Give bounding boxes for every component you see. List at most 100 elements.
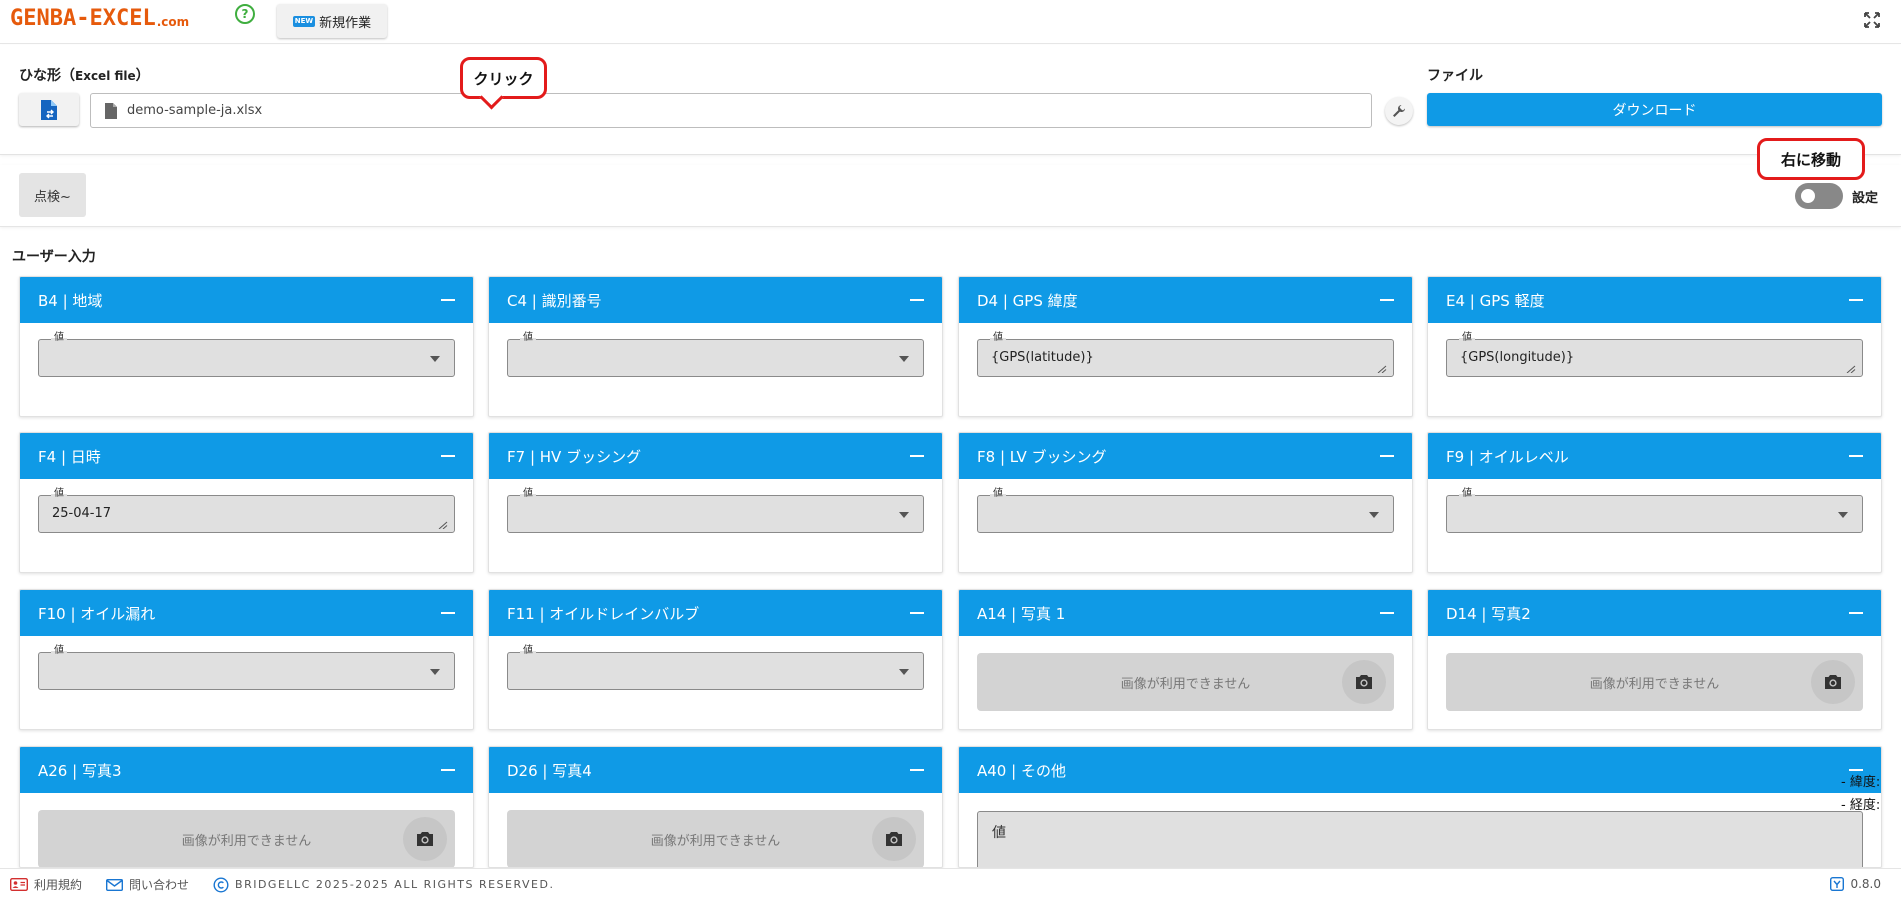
id-card-icon (10, 878, 28, 891)
template-file-field[interactable]: demo-sample-ja.xlsx (90, 93, 1372, 128)
value-text-field[interactable]: 値 {GPS(longitude)} (1446, 331, 1863, 377)
value-select[interactable]: 値 (507, 331, 924, 377)
image-placeholder: 画像が利用できません (38, 810, 455, 867)
dropdown-arrow-icon (899, 356, 909, 362)
file-swap-icon (41, 99, 57, 120)
resize-handle-icon[interactable] (1846, 365, 1856, 373)
card-header: D4 | GPS 緯度 (959, 277, 1412, 323)
value-text-field[interactable]: 値 {GPS(latitude)} (977, 331, 1394, 377)
wrench-button[interactable] (1385, 97, 1413, 125)
value-select[interactable]: 値 (977, 487, 1394, 533)
card-header: C4 | 識別番号 (489, 277, 942, 323)
camera-icon (417, 832, 433, 846)
collapse-icon[interactable] (1849, 299, 1863, 301)
collapse-icon[interactable] (910, 299, 924, 301)
value-select[interactable]: 値 (507, 644, 924, 690)
image-placeholder: 画像が利用できません (977, 653, 1394, 711)
logo-suffix: .com (156, 15, 190, 29)
card-title: E4 | GPS 軽度 (1446, 291, 1545, 310)
collapse-icon[interactable] (1380, 612, 1394, 614)
settings-toggle[interactable] (1795, 183, 1843, 209)
image-placeholder: 画像が利用できません (507, 810, 924, 867)
help-bubble-icon[interactable]: ? (235, 4, 255, 24)
template-select-button[interactable] (19, 93, 79, 126)
collapse-icon[interactable] (441, 769, 455, 771)
camera-icon (886, 832, 902, 846)
card-c4: C4 | 識別番号 値 (488, 276, 943, 417)
collapse-icon[interactable] (1380, 455, 1394, 457)
terms-link[interactable]: 利用規約 (10, 876, 82, 893)
template-file-name: demo-sample-ja.xlsx (127, 103, 263, 118)
no-image-text: 画像が利用できません (181, 833, 312, 849)
collapse-icon[interactable] (1380, 299, 1394, 301)
field-value: {GPS(longitude)} (1460, 350, 1575, 365)
card-header: F10 | オイル漏れ (20, 590, 473, 636)
field-label: 値 (51, 644, 67, 658)
logo[interactable]: GENBA-EXCEL .com (10, 4, 189, 34)
card-title: F11 | オイルドレインバルブ (507, 604, 700, 623)
camera-button[interactable] (403, 817, 447, 861)
card-header: A26 | 写真3 (20, 747, 473, 793)
card-header: F4 | 日時 (20, 433, 473, 479)
new-work-button[interactable]: NEW 新規作業 (277, 4, 387, 38)
collapse-icon[interactable] (910, 455, 924, 457)
copyright-icon (213, 876, 229, 893)
other-textarea[interactable]: 値 (977, 811, 1863, 867)
contact-link[interactable]: 問い合わせ (106, 876, 189, 893)
dropdown-arrow-icon (1838, 512, 1848, 518)
collapse-icon[interactable] (910, 769, 924, 771)
card-header: A14 | 写真 1 (959, 590, 1412, 636)
mode-bar: 点検~ 設定 (0, 165, 1901, 227)
version-text: 0.8.0 (1850, 877, 1881, 891)
new-badge-icon: NEW (292, 15, 316, 27)
fullscreen-icon[interactable] (1863, 11, 1881, 29)
card-header: F7 | HV ブッシング (489, 433, 942, 479)
version-info: 0.8.0 (1830, 877, 1881, 891)
collapse-icon[interactable] (441, 455, 455, 457)
collapse-icon[interactable] (441, 299, 455, 301)
value-select[interactable]: 値 (1446, 487, 1863, 533)
collapse-icon[interactable] (910, 612, 924, 614)
value-text-field[interactable]: 値 25-04-17 (38, 487, 455, 533)
camera-button[interactable] (1342, 660, 1386, 704)
no-image-text: 画像が利用できません (650, 833, 781, 849)
value-select[interactable]: 値 (507, 487, 924, 533)
card-f8: F8 | LV ブッシング 値 (958, 432, 1413, 573)
resize-handle-icon[interactable] (438, 521, 448, 529)
dropdown-arrow-icon (430, 669, 440, 675)
camera-button[interactable] (1811, 660, 1855, 704)
dropdown-arrow-icon (1369, 512, 1379, 518)
collapse-icon[interactable] (1849, 612, 1863, 614)
value-select[interactable]: 値 (38, 644, 455, 690)
camera-button[interactable] (872, 817, 916, 861)
card-header: E4 | GPS 軽度 (1428, 277, 1881, 323)
geo-longitude-label: - 経度: (1841, 798, 1881, 813)
collapse-icon[interactable] (1849, 455, 1863, 457)
field-value: 25-04-17 (52, 506, 112, 521)
card-f11: F11 | オイルドレインバルブ 値 (488, 589, 943, 730)
inspection-mode-button[interactable]: 点検~ (19, 173, 86, 217)
file-section: ひな形（Excel file） demo-sample-ja.xlsx ファイル… (0, 45, 1901, 155)
field-label: 値 (990, 487, 1006, 501)
value-select[interactable]: 値 (38, 331, 455, 377)
footer: 利用規約 問い合わせ BRIDGELLC 2025-2025 ALL RIGHT… (0, 868, 1901, 900)
resize-handle-icon[interactable] (1377, 365, 1387, 373)
new-work-label: 新規作業 (319, 15, 372, 31)
dropdown-arrow-icon (899, 669, 909, 675)
field-label: 値 (520, 487, 536, 501)
card-title: B4 | 地域 (38, 291, 103, 310)
collapse-icon[interactable] (441, 612, 455, 614)
card-a40: A40 | その他 値 (958, 746, 1882, 868)
card-f4: F4 | 日時 値 25-04-17 (19, 432, 474, 573)
copyright-text: BRIDGELLC 2025-2025 ALL RIGHTS RESERVED. (235, 878, 555, 891)
card-title: F9 | オイルレベル (1446, 447, 1569, 466)
card-e4: E4 | GPS 軽度 値 {GPS(longitude)} (1427, 276, 1882, 417)
card-header: A40 | その他 (959, 747, 1881, 793)
card-f10: F10 | オイル漏れ 値 (19, 589, 474, 730)
card-title: A26 | 写真3 (38, 761, 122, 780)
logo-text: GENBA-EXCEL (10, 6, 156, 31)
download-button[interactable]: ダウンロード (1427, 93, 1882, 126)
card-d14: D14 | 写真2 画像が利用できません (1427, 589, 1882, 730)
card-title: A40 | その他 (977, 761, 1066, 780)
template-label: ひな形（Excel file） (19, 68, 150, 84)
